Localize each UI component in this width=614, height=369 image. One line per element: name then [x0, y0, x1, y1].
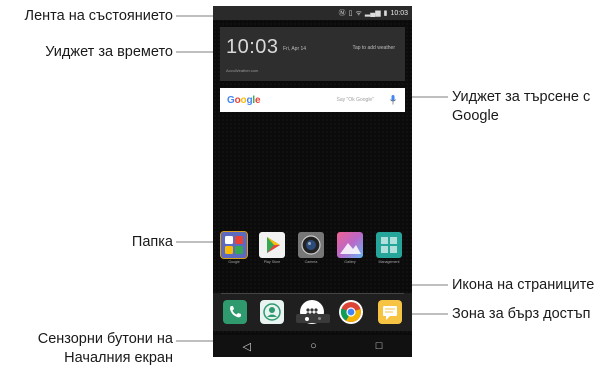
- label-folder: Папка: [131, 234, 173, 250]
- vibrate-icon: ▯: [348, 10, 353, 17]
- page-dot-active: [305, 316, 309, 321]
- mic-icon[interactable]: [388, 93, 398, 107]
- app-play-store[interactable]: Play Store: [257, 232, 287, 264]
- weather-tap-hint[interactable]: Tap to add weather: [352, 45, 395, 51]
- label-home-buttons-line2: Началния екран: [64, 350, 173, 366]
- signal-icon: ▂▄▆: [364, 10, 381, 17]
- app-label: Management: [378, 260, 400, 264]
- folder-icon: [220, 231, 248, 259]
- status-time: 10:03: [390, 9, 408, 17]
- quick-access-dock: [213, 293, 412, 331]
- nfc-icon: Ⓝ: [338, 10, 346, 17]
- phone-home-screen: Ⓝ ▯ ᯤ ▂▄▆ ▮ 10:03 10:03 Fri, Apr 14 Tap …: [213, 6, 412, 357]
- weather-source: AccuWeather.com: [226, 68, 259, 73]
- messages-icon[interactable]: [378, 300, 402, 324]
- app-camera[interactable]: Camera: [296, 232, 326, 264]
- weather-widget[interactable]: 10:03 Fri, Apr 14 Tap to add weather Acc…: [220, 27, 405, 81]
- management-icon: [376, 232, 402, 258]
- play-store-icon: [259, 232, 285, 258]
- app-label: Play Store: [263, 260, 281, 264]
- wifi-icon: ᯤ: [355, 9, 362, 17]
- label-status-bar: Лента на състоянието: [24, 8, 173, 24]
- google-search-widget[interactable]: Google Say "Ok Google": [220, 88, 405, 112]
- home-apps-row: Google Play Store Camera Gallery Managem…: [213, 231, 412, 272]
- app-management[interactable]: Management: [374, 232, 404, 264]
- app-folder-google[interactable]: Google: [219, 231, 249, 264]
- phone-icon[interactable]: [223, 300, 247, 324]
- dock-divider: [221, 293, 404, 294]
- label-quick-access: Зона за бърз достъп: [452, 306, 591, 322]
- weather-date: Fri, Apr 14: [283, 46, 307, 52]
- weather-time: 10:03: [226, 36, 279, 58]
- status-bar: Ⓝ ▯ ᯤ ▂▄▆ ▮ 10:03: [213, 6, 412, 20]
- search-hint: Say "Ok Google": [336, 97, 374, 103]
- contacts-icon[interactable]: [260, 300, 284, 324]
- label-home-buttons-line1: Сензорни бутони на: [37, 331, 173, 347]
- label-search-widget-line2: Google: [452, 108, 499, 124]
- home-button[interactable]: ○: [310, 340, 317, 352]
- page-dot: [318, 317, 321, 320]
- battery-icon: ▮: [383, 10, 388, 17]
- back-button[interactable]: ◁: [243, 340, 251, 353]
- chrome-icon[interactable]: [339, 300, 363, 324]
- recents-button[interactable]: □: [376, 340, 383, 352]
- camera-icon: [298, 232, 324, 258]
- home-touch-buttons: ◁ ○ □: [213, 335, 412, 357]
- page-indicator[interactable]: [296, 314, 330, 323]
- app-label: Camera: [304, 260, 318, 264]
- app-label: Gallery: [344, 260, 356, 264]
- app-gallery[interactable]: Gallery: [335, 232, 365, 264]
- label-search-widget-line1: Уиджет за търсене с: [452, 89, 591, 105]
- google-logo: Google: [227, 94, 261, 106]
- label-weather-widget: Уиджет за времето: [45, 44, 173, 60]
- gallery-icon: [337, 232, 363, 258]
- label-page-icon: Икона на страниците: [452, 277, 595, 293]
- app-label: Google: [228, 260, 240, 264]
